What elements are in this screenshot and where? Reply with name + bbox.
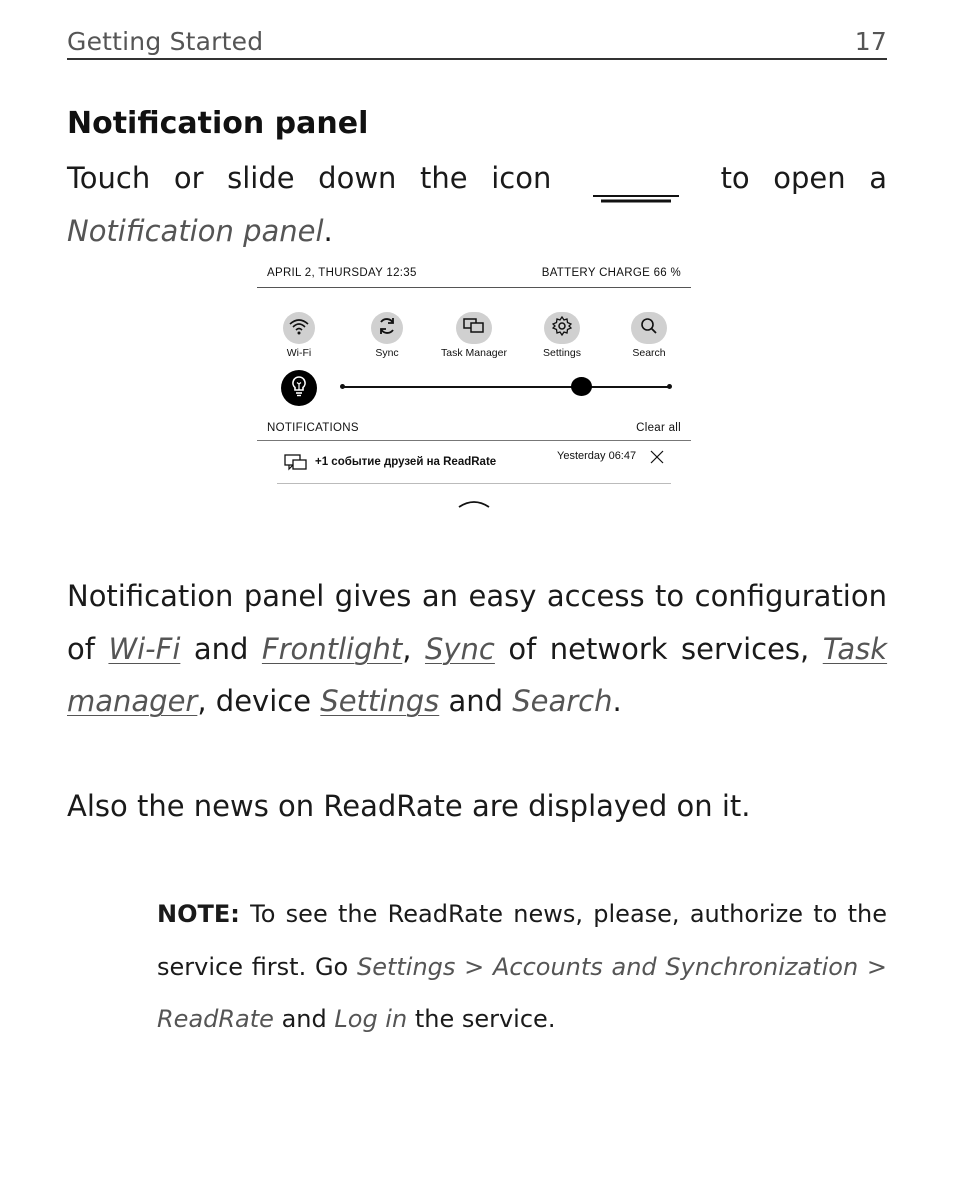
- note-block: NOTE: To see the ReadRate news, please, …: [157, 888, 887, 1046]
- wifi-label: Wi-Fi: [286, 347, 312, 359]
- running-header-section: Getting Started: [67, 27, 264, 56]
- frontlight-link[interactable]: Frontlight: [262, 632, 402, 666]
- notification-time: Yesterday 06:47: [557, 450, 637, 462]
- notification-panel-illustration: APRIL 2, THURSDAY 12:35 BATTERY CHARGE 6…: [257, 258, 691, 513]
- notification-panel-term: Notification panel: [67, 213, 324, 248]
- note-label: NOTE:: [157, 900, 240, 928]
- search-term: Search: [512, 684, 613, 718]
- sync-label: Sync: [375, 347, 399, 359]
- intro-period: .: [323, 213, 333, 248]
- page-header: Getting Started 17: [67, 26, 887, 60]
- gear-icon: [551, 315, 573, 341]
- readrate-event-icon: [284, 453, 308, 473]
- search-icon: [640, 317, 658, 340]
- task-manager-label: Task Manager: [441, 347, 507, 359]
- intro-text-2: to open a: [720, 161, 888, 195]
- log-in-term: Log in: [334, 1005, 408, 1033]
- slider-max-dot: [667, 384, 672, 389]
- settings-label: Settings: [543, 347, 581, 359]
- lightbulb-icon: [289, 375, 309, 402]
- task-manager-button[interactable]: Task Manager: [429, 312, 519, 359]
- desc-text-4: of network services,: [508, 631, 810, 666]
- frontlight-slider-knob[interactable]: [571, 377, 593, 396]
- wifi-link[interactable]: Wi-Fi: [108, 632, 180, 666]
- page-number: 17: [854, 27, 887, 56]
- desc-text-2: and: [193, 631, 249, 666]
- desc-text-6: and: [448, 684, 504, 718]
- sync-button[interactable]: Sync: [342, 312, 432, 359]
- search-label: Search: [632, 347, 666, 359]
- sync-icon: [377, 316, 397, 341]
- date-time: APRIL 2, THURSDAY 12:35: [267, 266, 417, 279]
- section-title: Notification panel: [67, 106, 369, 141]
- battery-charge: BATTERY CHARGE 66 %: [541, 266, 681, 279]
- panel-handle-icon: [592, 170, 679, 203]
- intro-text-1: Touch or slide down the icon: [67, 161, 552, 195]
- frontlight-slider-track[interactable]: [342, 386, 670, 388]
- note-text-3: the service.: [414, 1005, 556, 1033]
- notifications-header: NOTIFICATIONS Clear all: [257, 416, 691, 441]
- readrate-paragraph: Also the news on ReadRate are displayed …: [67, 789, 751, 823]
- search-button[interactable]: Search: [604, 312, 694, 359]
- frontlight-slider-row: [257, 370, 691, 406]
- note-text-2: and: [281, 1005, 327, 1033]
- settings-button[interactable]: Settings: [517, 312, 607, 359]
- settings-link[interactable]: Settings: [320, 684, 439, 718]
- intro-paragraph: Touch or slide down the icon to open a N…: [67, 152, 887, 257]
- status-bar: APRIL 2, THURSDAY 12:35 BATTERY CHARGE 6…: [257, 258, 691, 288]
- close-icon[interactable]: [650, 450, 664, 464]
- desc-period: .: [612, 684, 622, 718]
- wifi-icon: [289, 317, 309, 340]
- chevron-up-icon[interactable]: [457, 496, 491, 508]
- notifications-title: NOTIFICATIONS: [267, 422, 359, 434]
- notification-text: +1 событие друзей на ReadRate: [315, 456, 497, 468]
- desc-comma: ,: [402, 631, 412, 666]
- frontlight-toggle[interactable]: [281, 370, 317, 406]
- notification-item[interactable]: +1 событие друзей на ReadRate Yesterday …: [277, 444, 671, 484]
- wifi-button[interactable]: Wi-Fi: [254, 312, 344, 359]
- task-manager-icon: [463, 317, 485, 340]
- clear-all-button[interactable]: Clear all: [636, 422, 681, 434]
- quick-actions: Wi-Fi Sync Task Manager Settings Search: [257, 312, 691, 362]
- description-paragraph: Notification panel gives an easy access …: [67, 570, 887, 728]
- sync-link[interactable]: Sync: [425, 632, 495, 666]
- desc-text-5: , device: [197, 684, 312, 718]
